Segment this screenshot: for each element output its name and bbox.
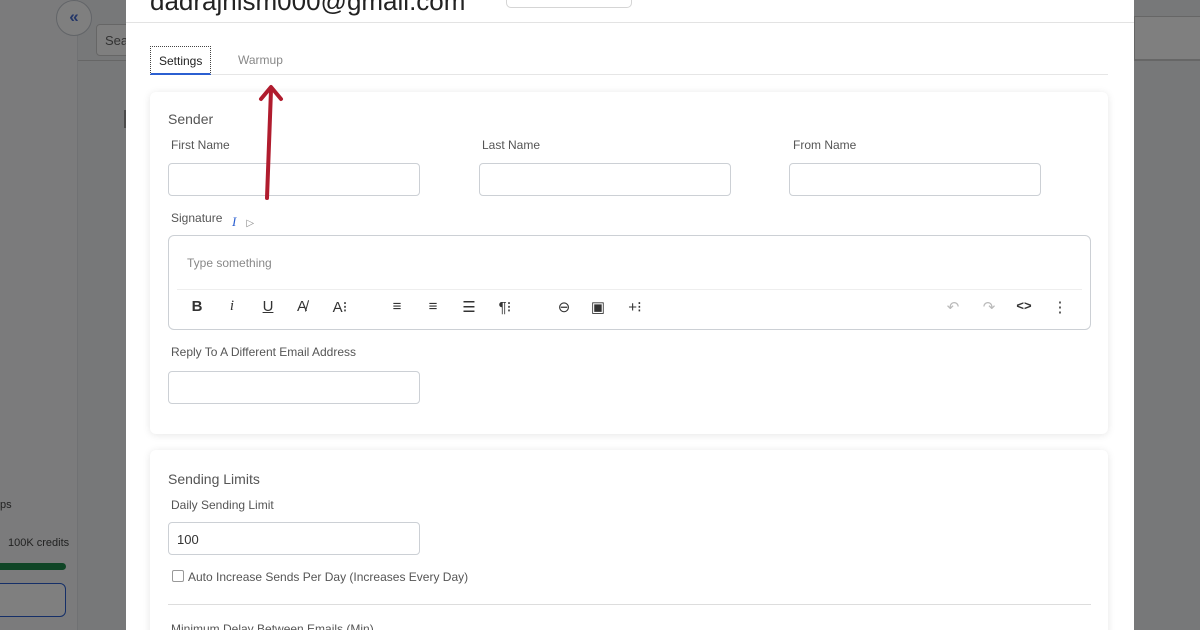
clear-format-icon[interactable]: A̸ xyxy=(291,298,313,315)
signature-actions: I ▷ xyxy=(232,214,254,230)
redo-icon[interactable]: ↷ xyxy=(978,298,1000,316)
tab-settings[interactable]: Settings xyxy=(150,46,212,75)
signature-editor[interactable]: Type something B i U A̸ A⁝ ≡ ≡ ☰ ¶⁝ ⊖ ▣ … xyxy=(168,235,1091,330)
sending-limits-title: Sending Limits xyxy=(168,471,260,487)
sender-card: Sender First Name Last Name From Name Si… xyxy=(150,92,1108,434)
signature-label: Signature xyxy=(171,211,223,225)
modal-email-title: dadrajhlsm000@gmail.com xyxy=(150,0,466,16)
signature-placeholder: Type something xyxy=(187,256,272,270)
daily-limit-label: Daily Sending Limit xyxy=(171,498,274,512)
align-left-icon[interactable]: ≡ xyxy=(386,298,408,315)
paragraph-icon[interactable]: ¶⁝ xyxy=(494,298,516,316)
sending-limits-card: Sending Limits Daily Sending Limit 100 A… xyxy=(150,450,1108,630)
tab-warmup[interactable]: Warmup xyxy=(230,46,291,75)
ordered-list-icon[interactable]: ☰ xyxy=(458,298,480,316)
first-name-input[interactable] xyxy=(168,163,420,196)
settings-tabs: Settings Warmup xyxy=(150,46,1108,75)
from-name-label: From Name xyxy=(793,138,857,152)
modal-header-button[interactable] xyxy=(506,0,632,8)
min-delay-label: Minimum Delay Between Emails (Min) xyxy=(171,622,374,630)
italic-icon[interactable]: i xyxy=(221,298,243,315)
more-options-icon[interactable]: ⋮ xyxy=(1049,298,1071,316)
daily-limit-input[interactable]: 100 xyxy=(168,522,420,555)
last-name-input[interactable] xyxy=(479,163,731,196)
insert-icon[interactable]: +⁝ xyxy=(624,298,646,316)
modal-header: dadrajhlsm000@gmail.com xyxy=(126,0,1134,23)
first-name-label: First Name xyxy=(171,138,230,152)
auto-increase-checkbox[interactable] xyxy=(172,570,184,582)
editor-divider xyxy=(177,289,1082,290)
code-view-icon[interactable]: <> xyxy=(1013,298,1035,313)
last-name-label: Last Name xyxy=(482,138,541,152)
sender-section-title: Sender xyxy=(168,111,214,127)
annotation-arrow-icon xyxy=(259,85,283,200)
pen-icon[interactable]: I xyxy=(232,214,236,229)
align-center-icon[interactable]: ≡ xyxy=(422,298,444,315)
reply-to-label: Reply To A Different Email Address xyxy=(171,345,356,359)
play-icon[interactable]: ▷ xyxy=(246,218,254,229)
reply-to-input[interactable] xyxy=(168,371,420,404)
font-size-icon[interactable]: A⁝ xyxy=(329,298,351,316)
limits-divider xyxy=(168,604,1091,605)
link-icon[interactable]: ⊖ xyxy=(553,298,575,316)
from-name-input[interactable] xyxy=(789,163,1041,196)
undo-icon[interactable]: ↶ xyxy=(942,298,964,316)
underline-icon[interactable]: U xyxy=(257,298,279,315)
image-icon[interactable]: ▣ xyxy=(587,298,609,316)
bold-icon[interactable]: B xyxy=(186,298,208,315)
auto-increase-label: Auto Increase Sends Per Day (Increases E… xyxy=(188,570,469,584)
